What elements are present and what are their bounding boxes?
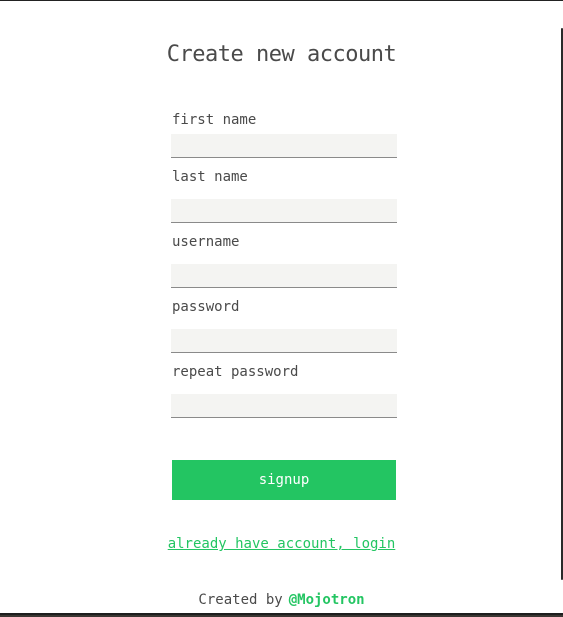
username-input[interactable]: [171, 264, 397, 288]
last-name-input[interactable]: [171, 199, 397, 223]
signup-button[interactable]: signup: [172, 460, 396, 500]
login-link[interactable]: already have account, login: [0, 536, 563, 552]
top-border: [0, 0, 563, 1]
password-label: password: [172, 299, 240, 315]
username-label: username: [172, 234, 240, 250]
repeat-password-label: repeat password: [172, 364, 299, 380]
page-title: Create new account: [166, 42, 397, 67]
footer-prefix: Created by: [198, 592, 283, 608]
footer: Created by @Mojotron: [0, 592, 563, 608]
password-input[interactable]: [171, 329, 397, 353]
first-name-input[interactable]: [171, 134, 397, 158]
repeat-password-input[interactable]: [171, 394, 397, 418]
signup-page: Create new account first name last name …: [0, 0, 563, 615]
author-link[interactable]: @Mojotron: [289, 592, 365, 608]
first-name-label: first name: [172, 112, 257, 128]
last-name-label: last name: [172, 169, 248, 185]
bottom-border: [0, 613, 563, 615]
